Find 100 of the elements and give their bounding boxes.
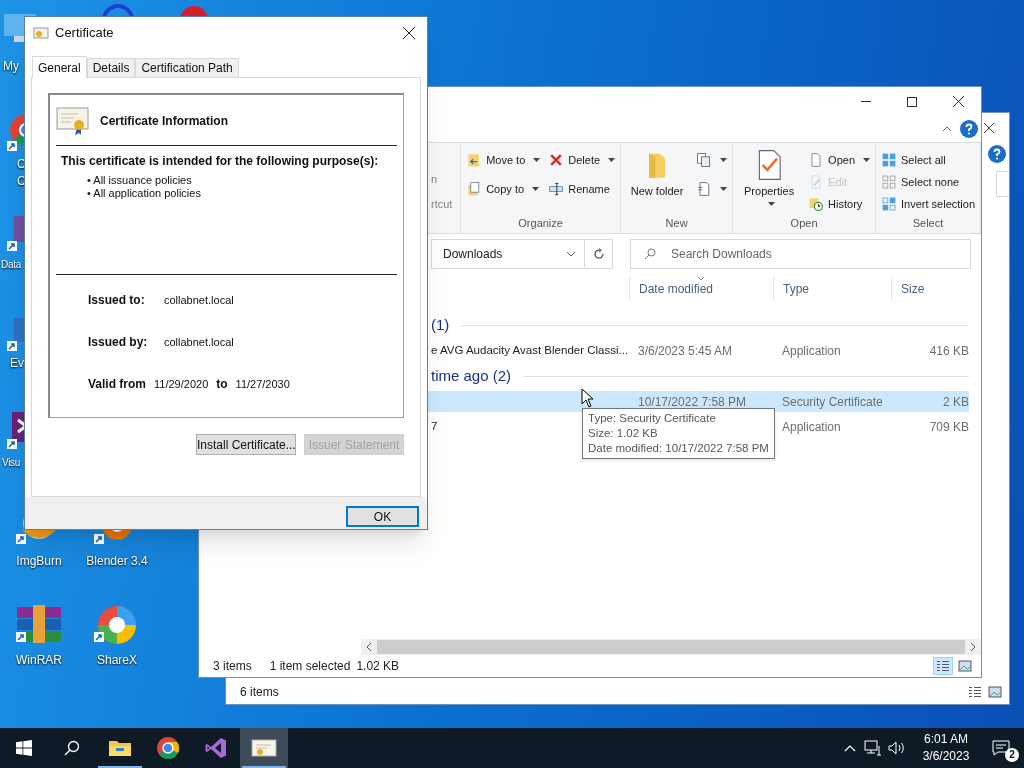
chevron-up-icon[interactable] — [844, 744, 856, 752]
folder-icon — [108, 738, 132, 758]
large-icons-view-button[interactable] — [955, 657, 975, 675]
icon-label[interactable]: WinRAR — [16, 652, 62, 669]
tooltip-line: Date modified: 10/17/2022 7:58 PM — [588, 441, 769, 456]
ribbon-button[interactable]: Properties — [738, 149, 801, 206]
new-item-icon — [696, 152, 713, 168]
caret-icon — [863, 158, 870, 162]
ribbon-button[interactable]: Invert selection — [881, 193, 975, 215]
ribbon-button[interactable]: Rename — [548, 178, 616, 200]
field-label: Valid from — [88, 376, 146, 393]
tooltip-line: Type: Security Certificate — [588, 411, 717, 426]
history-icon — [808, 196, 825, 212]
volume-icon[interactable] — [888, 740, 906, 756]
clock-date[interactable]: 3/6/2023 — [922, 748, 970, 765]
ribbon-button[interactable]: Move to — [466, 149, 541, 171]
column-header[interactable]: Type — [773, 277, 891, 301]
purpose-item: • All issuance policies — [87, 174, 193, 187]
large-icons-view-icon — [958, 660, 972, 672]
field-value: 11/27/2030 — [235, 376, 290, 392]
icon-label[interactable]: ImgBurn — [16, 553, 62, 570]
window-title: Certificate — [55, 24, 115, 43]
caret-icon — [720, 187, 728, 191]
invert-selection-icon — [881, 196, 897, 212]
chevron-down-icon[interactable] — [566, 251, 576, 257]
group-label: New — [665, 215, 688, 231]
caret-icon — [532, 187, 540, 191]
field-value: 11/29/2020 — [154, 376, 209, 392]
purpose-heading: This certificate is intended for the following purpose(s): — [60, 153, 380, 170]
collapse-ribbon-icon[interactable] — [942, 126, 952, 132]
select-all-icon — [881, 152, 897, 168]
field-label: Issued to: — [88, 292, 146, 309]
tab[interactable]: Details — [86, 58, 136, 77]
search-field[interactable] — [996, 171, 1009, 197]
dialog-heading: Certificate Information — [100, 113, 228, 130]
dialog-button[interactable]: Install Certificate... — [196, 434, 296, 455]
rename-icon — [548, 181, 565, 197]
close-icon[interactable] — [403, 27, 415, 39]
details-view-button[interactable] — [933, 657, 953, 675]
field-label: Issued by: — [88, 334, 149, 351]
certificate-icon — [56, 106, 90, 136]
certificate-icon — [33, 26, 49, 40]
status-text: 1.02 KB — [356, 658, 400, 675]
search-field[interactable]: Search Downloads — [630, 239, 971, 269]
visual-studio-icon — [204, 736, 228, 760]
purpose-item: • All application policies — [87, 187, 202, 200]
help-icon[interactable] — [960, 120, 978, 138]
icon-label[interactable]: Blender 3.4 — [86, 553, 148, 570]
address-bar[interactable]: Downloads — [431, 239, 613, 269]
tab[interactable]: Certification Path — [135, 58, 239, 77]
status-text: 3 items — [213, 658, 252, 675]
details-view-icon — [936, 660, 950, 672]
group-label: Organize — [518, 215, 563, 231]
ribbon-button[interactable]: Select all — [881, 149, 975, 171]
group-header[interactable]: time ago (2) — [431, 364, 512, 388]
ok-button[interactable]: OK — [346, 506, 419, 527]
help-icon[interactable] — [988, 145, 1006, 163]
caret-icon — [720, 158, 728, 162]
icon-label[interactable]: ShareX — [97, 652, 137, 669]
caret-icon — [767, 202, 775, 206]
ribbon-button[interactable]: Select none — [881, 171, 975, 193]
browser-icon — [156, 736, 180, 760]
status-text: 1 item selected — [269, 658, 351, 675]
search-icon[interactable] — [64, 740, 80, 756]
group-header[interactable]: (1) — [431, 313, 450, 337]
large-icons-view-icon — [988, 686, 1002, 698]
clock-time[interactable]: 6:01 AM — [924, 731, 968, 748]
column-header[interactable]: Date modified — [629, 277, 773, 301]
taskbar-app[interactable] — [240, 728, 288, 768]
caret-icon — [608, 158, 616, 162]
search-icon — [644, 248, 656, 260]
date-cell: 10/17/2022 7:58 PM — [638, 394, 747, 409]
group-label: Select — [912, 216, 944, 231]
notification-icon[interactable] — [992, 740, 1010, 756]
horizontal-scrollbar[interactable] — [361, 639, 981, 655]
network-icon[interactable] — [864, 740, 882, 756]
group-label: Open — [790, 216, 818, 231]
select-none-icon — [881, 174, 897, 190]
details-view-icon — [968, 686, 982, 698]
ribbon-button[interactable]: Delete — [548, 149, 616, 171]
maximize-icon[interactable] — [907, 96, 917, 107]
field-label: to — [216, 376, 228, 393]
field-value: collabnet.local — [164, 334, 234, 350]
tab[interactable]: General — [32, 56, 87, 78]
windows-logo-icon[interactable] — [16, 740, 32, 756]
ribbon-button[interactable]: New folder — [626, 149, 689, 198]
refresh-icon[interactable] — [592, 248, 605, 260]
date-cell: 3/6/2023 5:45 AM — [638, 343, 733, 358]
column-header[interactable]: Size — [891, 277, 971, 301]
notification-count: 2 — [1005, 748, 1019, 762]
ribbon-button[interactable]: Copy to — [466, 178, 541, 200]
close-icon[interactable] — [952, 96, 964, 107]
ribbon-button[interactable]: History — [808, 193, 870, 215]
close-icon[interactable] — [983, 122, 995, 134]
type-cell: Application — [782, 343, 841, 358]
size-cell: 2 KB — [943, 394, 969, 409]
file-name: e AVG Audacity Avast Blender Classi... — [431, 344, 629, 357]
ribbon-button[interactable]: Open — [808, 149, 870, 171]
size-cell: 416 KB — [929, 343, 969, 358]
size-cell: 709 KB — [929, 419, 969, 434]
